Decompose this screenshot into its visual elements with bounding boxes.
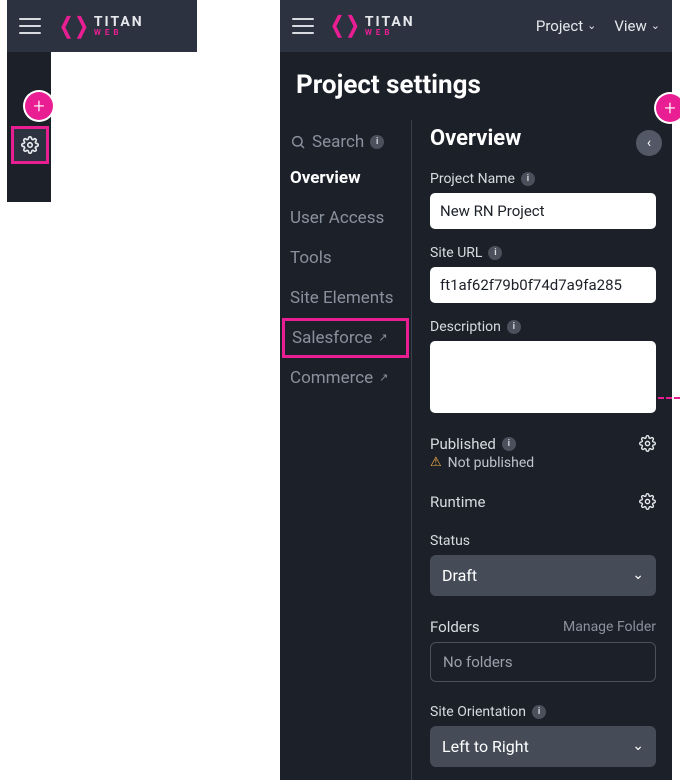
- chevron-down-icon: ⌄: [632, 567, 644, 583]
- top-menu: Project ⌄ View ⌄: [536, 17, 660, 35]
- warning-icon: ⚠: [430, 455, 442, 470]
- published-status: ⚠ Not published: [430, 455, 656, 471]
- brand-sub: WEB: [94, 29, 144, 37]
- settings-panel: ❬❭ TITAN WEB Project ⌄ View ⌄ Project se…: [280, 0, 672, 780]
- chevron-down-icon: ⌄: [632, 738, 644, 754]
- logo-glyph-icon: ❬❭: [57, 14, 88, 39]
- manage-folder-link[interactable]: Manage Folder: [563, 619, 656, 635]
- project-name-label: Project Name: [430, 171, 515, 187]
- status-value: Draft: [442, 566, 477, 585]
- folders-display: No folders: [430, 642, 656, 682]
- right-header: ❬❭ TITAN WEB Project ⌄ View ⌄: [280, 0, 672, 52]
- menu-project-label: Project: [536, 17, 583, 35]
- hamburger-icon[interactable]: [292, 18, 314, 34]
- sidebar-item-commerce[interactable]: Commerce ↗: [280, 358, 411, 398]
- sidebar-item-label: Site Elements: [290, 288, 393, 308]
- sidebar-item-label: Commerce: [290, 368, 373, 388]
- chevron-down-icon: ⌄: [651, 19, 660, 32]
- external-link-icon: ↗: [379, 371, 388, 384]
- hamburger-icon[interactable]: [19, 18, 41, 34]
- info-icon: i: [532, 705, 546, 719]
- content-row: Search i Overview User Access Tools Site…: [280, 120, 672, 780]
- external-link-icon: ↗: [378, 331, 387, 344]
- chevron-down-icon: ⌄: [587, 19, 596, 32]
- info-icon: i: [370, 135, 384, 149]
- status-select[interactable]: Draft ⌄: [430, 555, 656, 596]
- search-label: Search: [312, 132, 364, 152]
- published-status-text: Not published: [448, 455, 535, 471]
- sidebar-item-user-access[interactable]: User Access: [280, 198, 411, 238]
- page-title: Project settings +: [280, 52, 672, 120]
- annotation-guide: [658, 397, 680, 399]
- sidebar-item-label: User Access: [290, 208, 384, 228]
- menu-view-label: View: [614, 17, 646, 35]
- left-mini-panel: ❬❭ TITAN WEB +: [7, 0, 197, 202]
- description-label: Description: [430, 319, 501, 335]
- sidebar-item-site-elements[interactable]: Site Elements: [280, 278, 411, 318]
- published-row: Published i: [430, 435, 656, 453]
- add-button[interactable]: +: [25, 92, 53, 120]
- sidebar-item-label: Salesforce: [292, 328, 372, 348]
- site-url-input[interactable]: [430, 267, 656, 303]
- menu-project[interactable]: Project ⌄: [536, 17, 596, 35]
- brand-title: TITAN: [94, 15, 144, 29]
- settings-button[interactable]: [11, 126, 49, 164]
- sidebar-item-tools[interactable]: Tools: [280, 238, 411, 278]
- search-icon: [290, 134, 306, 150]
- sidebar-item-label: Overview: [290, 168, 361, 188]
- brand-logo: ❬❭ TITAN WEB: [328, 13, 415, 38]
- gear-icon[interactable]: [639, 493, 656, 510]
- collapse-button[interactable]: ‹: [636, 130, 662, 156]
- field-description: Description i: [430, 319, 656, 417]
- project-name-input[interactable]: [430, 193, 656, 229]
- settings-side-nav: Search i Overview User Access Tools Site…: [280, 120, 412, 780]
- field-site-url: Site URL i: [430, 245, 656, 303]
- folders-label: Folders: [430, 618, 480, 636]
- brand-title: TITAN: [365, 15, 415, 29]
- orientation-value: Left to Right: [442, 737, 529, 756]
- description-input[interactable]: [430, 341, 656, 413]
- published-label: Published: [430, 435, 496, 453]
- orientation-select[interactable]: Left to Right ⌄: [430, 726, 656, 767]
- search-row[interactable]: Search i: [280, 126, 411, 158]
- info-icon: i: [488, 246, 502, 260]
- info-icon: i: [502, 437, 516, 451]
- runtime-label: Runtime: [430, 493, 485, 511]
- runtime-row: Runtime: [430, 493, 656, 511]
- chevron-left-icon: ‹: [647, 135, 651, 151]
- section-title: Overview: [430, 126, 656, 151]
- form-column: ‹ Overview Project Name i Site URL i: [412, 120, 672, 780]
- info-icon: i: [521, 172, 535, 186]
- gear-icon[interactable]: [639, 435, 656, 452]
- menu-view[interactable]: View ⌄: [614, 17, 660, 35]
- logo-glyph-icon: ❬❭: [328, 13, 359, 38]
- site-url-label: Site URL: [430, 245, 482, 261]
- left-header: ❬❭ TITAN WEB: [7, 0, 197, 52]
- sidebar-item-label: Tools: [290, 248, 332, 268]
- folders-row: Folders Manage Folder: [430, 618, 656, 636]
- page-title-text: Project settings: [296, 70, 481, 100]
- field-project-name: Project Name i: [430, 171, 656, 229]
- sidebar-item-overview[interactable]: Overview: [280, 158, 411, 198]
- add-button[interactable]: +: [656, 94, 680, 122]
- gear-icon: [21, 136, 39, 154]
- sidebar-item-salesforce[interactable]: Salesforce ↗: [282, 318, 409, 358]
- orientation-label: Site Orientation: [430, 704, 526, 720]
- info-icon: i: [507, 320, 521, 334]
- brand-logo: ❬❭ TITAN WEB: [57, 14, 144, 39]
- brand-sub: WEB: [365, 29, 415, 37]
- status-label: Status: [430, 533, 656, 549]
